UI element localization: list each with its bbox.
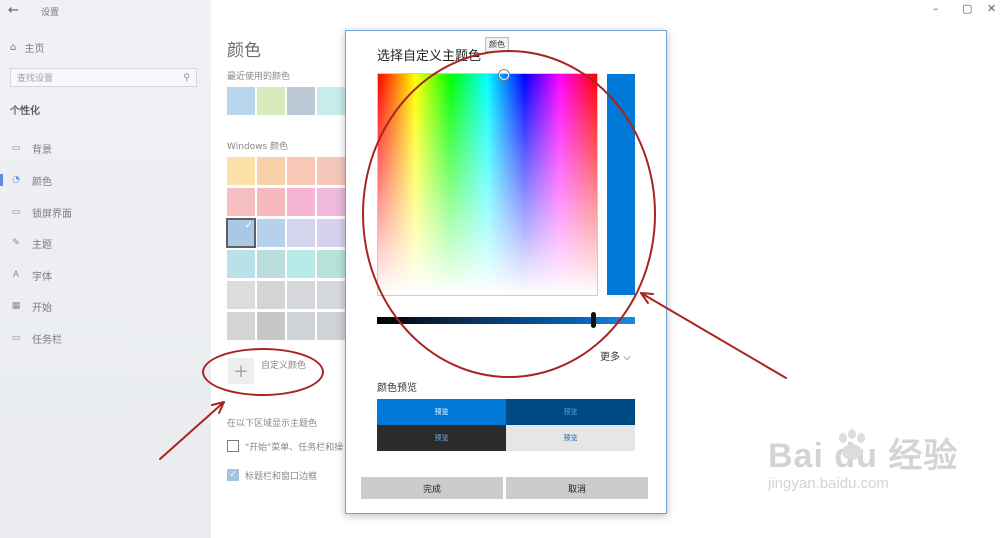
sidebar-item-label: 颜色 [32,176,52,188]
windows-color-swatch[interactable] [317,157,345,185]
custom-color-dialog: 选择自定义主题色 颜色 更多 ⌵ 颜色预览 预览 预览 预览 预览 完成 取消 [345,30,667,514]
start-taskbar-checkbox-label[interactable]: "开始"菜单、任务栏和操 [245,440,343,453]
windows-color-swatch[interactable] [226,218,256,248]
windows-color-swatch[interactable] [317,281,345,309]
windows-color-swatch[interactable] [257,188,285,216]
cancel-button[interactable]: 取消 [506,477,648,499]
windows-color-swatch[interactable] [227,281,255,309]
more-button[interactable]: 更多 ⌵ [600,348,631,363]
back-arrow-icon[interactable]: ← [8,3,19,18]
chevron-down-icon: ⌵ [623,352,631,363]
windows-color-swatch[interactable] [227,157,255,185]
start-grid-icon: ▦ [11,301,21,311]
windows-color-swatch[interactable] [227,312,255,340]
preview-tile-accent: 预览 [377,399,506,425]
home-icon: ⌂ [10,42,17,53]
sidebar-item-label: 主题 [32,239,52,251]
sidebar-item-background[interactable]: ▭ 背景 [0,138,211,158]
preview-tile-dark: 预览 [377,425,506,451]
sidebar-item-lock-screen[interactable]: ▭ 锁屏界面 [0,202,211,222]
titlebar-checkbox[interactable]: ✓ [227,469,239,481]
windows-color-swatch[interactable] [227,250,255,278]
windows-colors-label: Windows 颜色 [227,142,289,152]
show-accent-label: 在以下区域显示主题色 [227,419,318,429]
recent-color-swatch[interactable] [227,87,255,115]
sidebar-item-label: 背景 [32,144,52,156]
windows-color-swatch[interactable] [257,312,285,340]
sidebar-item-fonts[interactable]: A 字体 [0,265,211,285]
app-title: 设置 [41,8,60,18]
search-placeholder: 查找设置 [17,74,54,84]
more-label: 更多 [600,352,620,363]
settings-sidebar: ← 设置 ⌂ 主页 查找设置 ⚲ 个性化 ▭ 背景 ◔ 颜色 ▭ 锁屏界面 ✎ … [0,0,211,538]
baidu-paw-logo [839,429,865,460]
picture-icon: ▭ [11,143,21,153]
windows-color-swatch[interactable] [287,281,315,309]
baidu-watermark: Bai du 经验 jingyan.baidu.com [768,428,958,492]
page-title: 颜色 [227,41,261,61]
sidebar-item-label: 主页 [24,44,45,55]
spectrum-picker-handle[interactable] [499,70,509,80]
windows-color-swatch[interactable] [287,188,315,216]
sidebar-item-start[interactable]: ▦ 开始 [0,296,211,316]
sidebar-item-colors[interactable]: ◔ 颜色 [0,170,211,190]
search-input[interactable]: 查找设置 ⚲ [10,68,197,87]
custom-color-label[interactable]: 自定义颜色 [261,358,306,371]
windows-color-swatch[interactable] [287,250,315,278]
windows-color-swatch[interactable] [287,312,315,340]
sidebar-section-title: 个性化 [10,106,40,117]
palette-icon: ◔ [12,175,20,185]
sidebar-item-themes[interactable]: ✎ 主题 [0,233,211,253]
add-custom-color-button[interactable]: + [228,358,254,384]
dialog-title: 选择自定义主题色 [377,49,482,64]
sidebar-item-label: 任务栏 [32,334,62,346]
annotation-ellipse-custom [202,348,324,396]
windows-color-swatch[interactable] [227,188,255,216]
windows-color-swatch[interactable] [257,281,285,309]
taskbar-icon: ▭ [11,333,21,343]
start-taskbar-checkbox[interactable] [227,440,239,452]
recent-colors-label: 最近使用的颜色 [227,72,291,82]
monitor-icon: ▭ [11,207,21,217]
brightness-slider-thumb[interactable] [591,312,596,328]
sidebar-item-label: 字体 [32,271,52,283]
windows-color-swatch[interactable] [257,250,285,278]
recent-color-swatch[interactable] [287,87,315,115]
brush-icon: ✎ [12,238,20,248]
tooltip: 颜色 [485,37,509,52]
titlebar-checkbox-label[interactable]: 标题栏和窗口边框 [245,469,317,482]
windows-color-swatch[interactable] [317,219,345,247]
maximize-button[interactable]: ▢ [962,2,972,15]
sidebar-item-home[interactable]: ⌂ 主页 [10,40,44,55]
recent-color-swatch[interactable] [317,87,345,115]
windows-color-swatch[interactable] [257,219,285,247]
windows-color-swatch[interactable] [257,157,285,185]
sidebar-item-label: 开始 [32,302,52,314]
recent-color-swatch[interactable] [257,87,285,115]
selected-color-preview [607,74,635,295]
done-button[interactable]: 完成 [361,477,503,499]
sidebar-item-taskbar[interactable]: ▭ 任务栏 [0,328,211,348]
color-spectrum[interactable] [377,73,598,296]
brightness-slider[interactable] [377,317,635,324]
minimize-button[interactable]: – [933,2,939,15]
close-button[interactable]: ✕ [987,2,996,15]
windows-color-swatch[interactable] [317,312,345,340]
color-preview-label: 颜色预览 [377,383,417,394]
font-icon: A [12,270,20,280]
watermark-sub: jingyan.baidu.com [768,475,889,492]
windows-color-swatch[interactable] [317,188,345,216]
preview-tile-light: 预览 [506,425,635,451]
windows-color-swatch[interactable] [317,250,345,278]
preview-tile-dark-accent: 预览 [506,399,635,425]
windows-color-swatch[interactable] [287,219,315,247]
search-icon[interactable]: ⚲ [183,73,190,83]
sidebar-item-label: 锁屏界面 [32,208,72,220]
windows-color-swatch[interactable] [287,157,315,185]
